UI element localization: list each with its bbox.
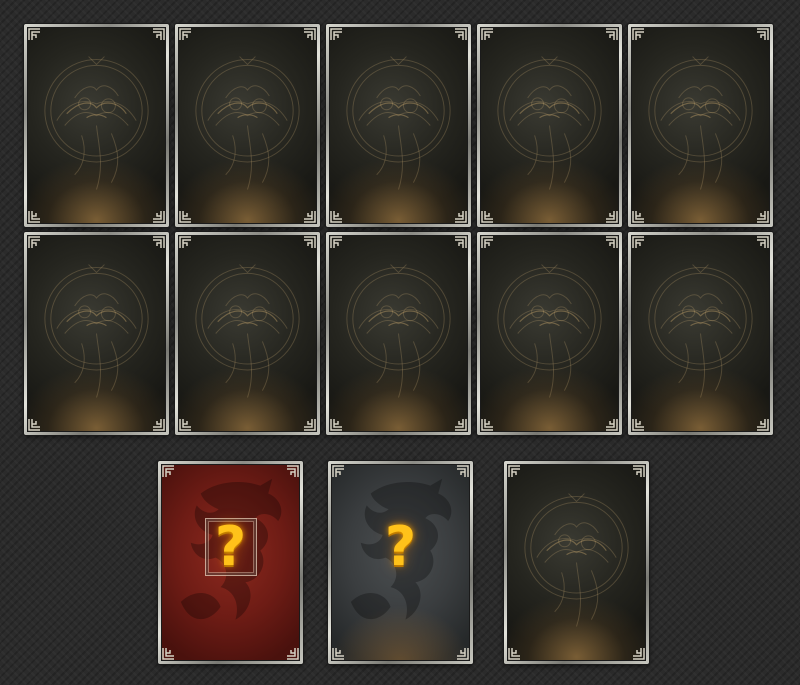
corner-ornament-icon <box>756 210 769 223</box>
corner-ornament-icon <box>632 465 645 478</box>
corner-ornament-icon <box>179 210 192 223</box>
card-face <box>27 235 166 432</box>
card-face <box>480 27 619 224</box>
corner-ornament-icon <box>28 210 41 223</box>
corner-ornament-icon <box>28 236 41 249</box>
dragon-emblem-icon <box>480 235 619 432</box>
question-mark-icon: ? <box>214 514 247 578</box>
corner-ornament-icon <box>330 236 343 249</box>
corner-ornament-icon <box>454 28 467 41</box>
corner-ornament-icon <box>756 236 769 249</box>
card-face: ? <box>331 464 470 661</box>
corner-ornament-icon <box>152 236 165 249</box>
card-board: ?? <box>0 0 800 685</box>
corner-ornament-icon <box>330 418 343 431</box>
face-down-card[interactable] <box>477 232 622 435</box>
card-face <box>480 235 619 432</box>
face-down-card[interactable] <box>326 24 471 227</box>
corner-ornament-icon <box>454 236 467 249</box>
card-face: ? <box>161 464 300 661</box>
corner-ornament-icon <box>481 210 494 223</box>
corner-ornament-icon <box>632 236 645 249</box>
corner-ornament-icon <box>162 465 175 478</box>
card-face <box>631 27 770 224</box>
corner-ornament-icon <box>756 418 769 431</box>
corner-ornament-icon <box>756 28 769 41</box>
corner-ornament-icon <box>303 236 316 249</box>
corner-ornament-icon <box>303 210 316 223</box>
corner-ornament-icon <box>456 647 469 660</box>
corner-ornament-icon <box>179 418 192 431</box>
corner-ornament-icon <box>179 28 192 41</box>
dragon-emblem-icon <box>329 235 468 432</box>
corner-ornament-icon <box>28 28 41 41</box>
corner-ornament-icon <box>632 647 645 660</box>
dragon-emblem-icon <box>631 27 770 224</box>
corner-ornament-icon <box>632 418 645 431</box>
corner-ornament-icon <box>179 236 192 249</box>
card-face <box>631 235 770 432</box>
face-down-card[interactable] <box>175 232 320 435</box>
card-face <box>329 27 468 224</box>
corner-ornament-icon <box>152 210 165 223</box>
corner-ornament-icon <box>303 28 316 41</box>
corner-ornament-icon <box>303 418 316 431</box>
question-mark-icon: ? <box>384 514 417 578</box>
corner-ornament-icon <box>605 210 618 223</box>
corner-ornament-icon <box>508 465 521 478</box>
card-face <box>329 235 468 432</box>
mystery-card-red[interactable]: ? <box>158 461 303 664</box>
corner-ornament-icon <box>632 210 645 223</box>
corner-ornament-icon <box>162 647 175 660</box>
corner-ornament-icon <box>508 647 521 660</box>
corner-ornament-icon <box>28 418 41 431</box>
corner-ornament-icon <box>481 236 494 249</box>
corner-ornament-icon <box>286 647 299 660</box>
corner-ornament-icon <box>605 28 618 41</box>
corner-ornament-icon <box>152 418 165 431</box>
card-face <box>178 27 317 224</box>
dragon-emblem-icon <box>480 27 619 224</box>
dragon-emblem-icon <box>178 235 317 432</box>
dragon-emblem-icon <box>27 27 166 224</box>
face-down-card[interactable] <box>504 461 649 664</box>
card-face <box>507 464 646 661</box>
corner-ornament-icon <box>632 28 645 41</box>
dragon-emblem-icon <box>631 235 770 432</box>
dragon-emblem-icon <box>507 464 646 661</box>
corner-ornament-icon <box>286 465 299 478</box>
face-down-card[interactable] <box>326 232 471 435</box>
corner-ornament-icon <box>152 28 165 41</box>
corner-ornament-icon <box>481 418 494 431</box>
face-down-card[interactable] <box>24 24 169 227</box>
dragon-emblem-icon <box>178 27 317 224</box>
dragon-emblem-icon <box>329 27 468 224</box>
corner-ornament-icon <box>332 465 345 478</box>
face-down-card[interactable] <box>477 24 622 227</box>
dragon-emblem-icon <box>27 235 166 432</box>
card-face <box>27 27 166 224</box>
face-down-card[interactable] <box>24 232 169 435</box>
card-face <box>178 235 317 432</box>
face-down-card[interactable] <box>628 232 773 435</box>
face-down-card[interactable] <box>175 24 320 227</box>
corner-ornament-icon <box>454 418 467 431</box>
corner-ornament-icon <box>332 647 345 660</box>
corner-ornament-icon <box>330 210 343 223</box>
face-down-card[interactable] <box>628 24 773 227</box>
corner-ornament-icon <box>330 28 343 41</box>
corner-ornament-icon <box>454 210 467 223</box>
corner-ornament-icon <box>456 465 469 478</box>
corner-ornament-icon <box>481 28 494 41</box>
mystery-card-grey[interactable]: ? <box>328 461 473 664</box>
corner-ornament-icon <box>605 236 618 249</box>
corner-ornament-icon <box>605 418 618 431</box>
